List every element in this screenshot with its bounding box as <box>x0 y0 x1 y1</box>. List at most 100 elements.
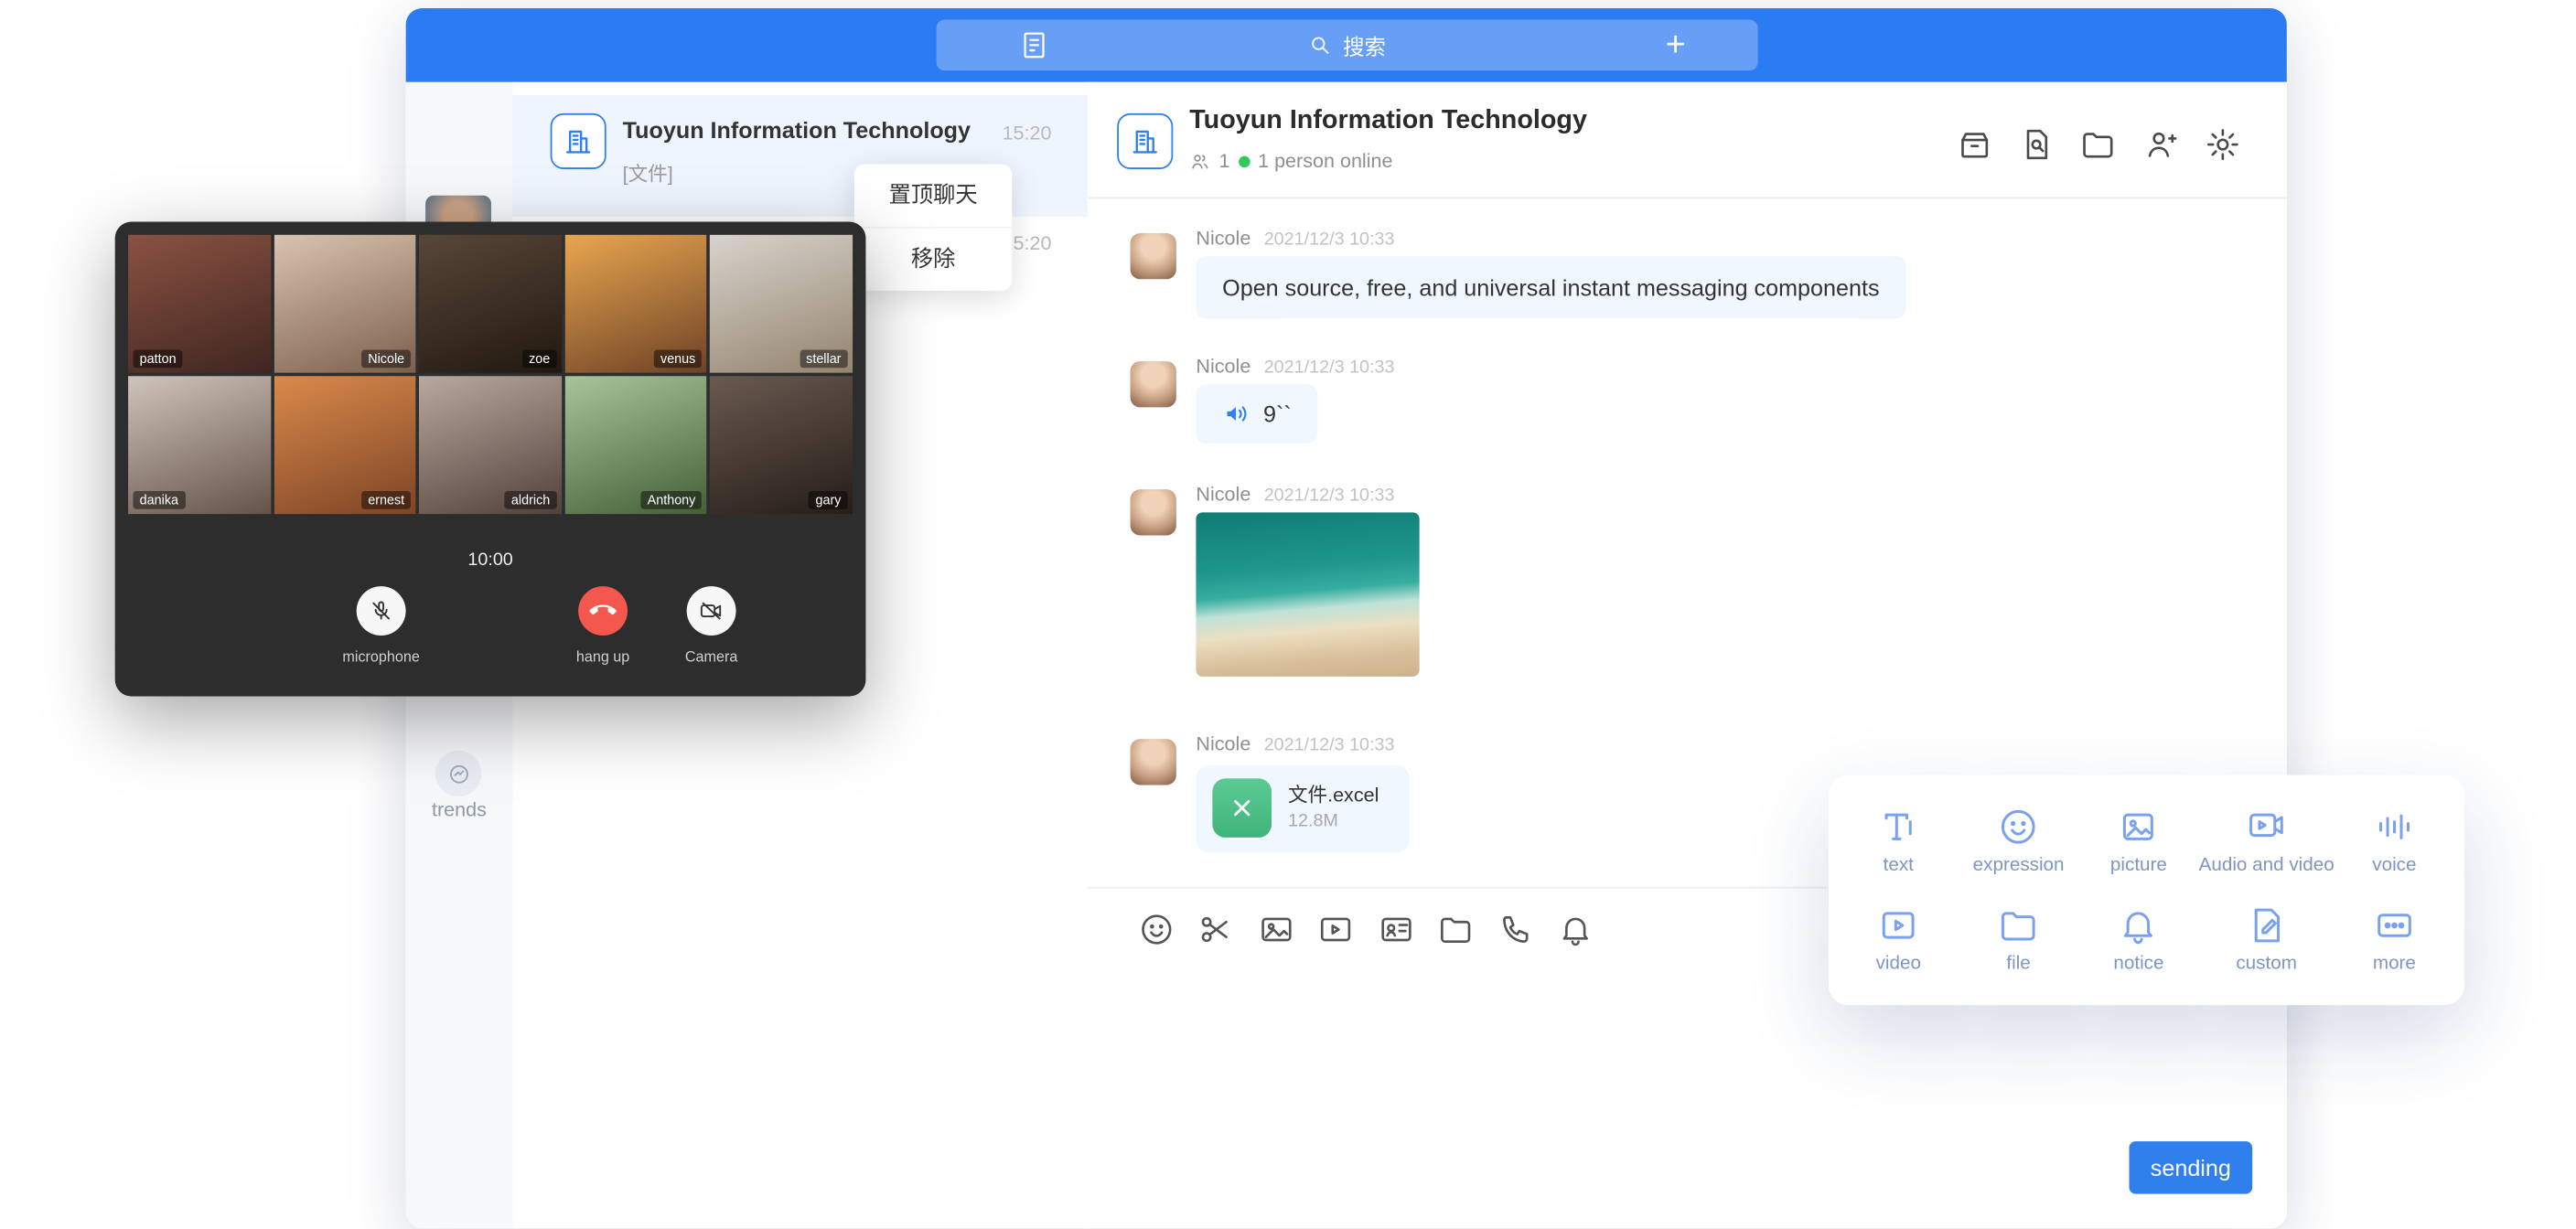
send-button[interactable]: sending <box>2129 1141 2252 1193</box>
avatar[interactable] <box>1131 739 1176 785</box>
audio-video-icon <box>2246 807 2287 848</box>
file-size: 12.8M <box>1288 811 1338 831</box>
expression-icon <box>1998 807 2039 848</box>
sender-name: Nicole <box>1196 355 1250 378</box>
excel-file-icon <box>1212 778 1272 838</box>
phone-call-icon[interactable] <box>1498 912 1535 948</box>
file-message-card[interactable]: 文件.excel 12.8M <box>1196 765 1409 852</box>
participant-name: danika <box>133 491 185 509</box>
search-history-icon[interactable] <box>2019 126 2055 163</box>
sender-name: Nicole <box>1196 483 1250 506</box>
feature-audio-video[interactable]: Audio and video <box>2199 792 2334 891</box>
message-time: 2021/12/3 10:33 <box>1264 230 1395 250</box>
message-meta: Nicole 2021/12/3 10:33 <box>1196 483 1394 506</box>
menu-item-remove[interactable]: 移除 <box>854 227 1012 291</box>
screen: 搜索 + trends Tuoyun Information Technolog… <box>0 0 2576 1228</box>
trends-label: trends <box>406 798 513 821</box>
message-time: 2021/12/3 10:33 <box>1264 486 1395 507</box>
file-folder-icon[interactable] <box>1437 912 1474 948</box>
conversation-time: 15:20 <box>1002 122 1051 144</box>
video-participant-tile: zoe <box>419 235 562 373</box>
microphone-label: microphone <box>316 648 447 665</box>
feature-notice[interactable]: notice <box>2078 890 2198 989</box>
feature-custom[interactable]: custom <box>2199 890 2334 989</box>
video-participant-tile: Nicole <box>274 235 416 373</box>
text-icon <box>1878 807 1919 848</box>
add-member-icon[interactable] <box>2142 126 2179 163</box>
camera-toggle-button[interactable] <box>687 586 736 636</box>
sender-name: Nicole <box>1196 227 1250 250</box>
chat-header: Tuoyun Information Technology 1 1 person… <box>1088 82 2287 199</box>
video-participant-tile: patton <box>128 235 271 373</box>
emoji-icon[interactable] <box>1139 912 1175 948</box>
video-participant-tile: ernest <box>274 376 416 514</box>
video-participant-tile: Anthony <box>564 376 707 514</box>
video-participant-tile: venus <box>564 235 707 373</box>
picture-icon <box>2118 807 2159 848</box>
screenshot-scissors-icon[interactable] <box>1197 912 1234 948</box>
top-search-group: 搜索 + <box>937 20 1758 71</box>
message-meta: Nicole 2021/12/3 10:33 <box>1196 355 1394 378</box>
participant-name: gary <box>809 491 847 509</box>
feature-text[interactable]: text <box>1839 792 1959 891</box>
message-meta: Nicole 2021/12/3 10:33 <box>1196 732 1394 755</box>
online-text: 1 person online <box>1258 149 1392 172</box>
settings-icon[interactable] <box>2205 126 2241 163</box>
voice-icon <box>2374 807 2415 848</box>
group-call-overlay: patton Nicole zoe venus stellar danika e… <box>115 221 866 696</box>
microphone-toggle-button[interactable] <box>357 586 406 636</box>
participant-name: ernest <box>361 491 411 509</box>
add-button[interactable]: + <box>1666 21 1686 69</box>
video-play-icon <box>1878 905 1919 946</box>
camera-label: Camera <box>646 648 778 665</box>
video-icon[interactable] <box>1317 912 1354 948</box>
trends-icon[interactable] <box>435 751 481 796</box>
avatar[interactable] <box>1131 489 1176 535</box>
feature-video[interactable]: video <box>1839 890 1959 989</box>
message-time: 2021/12/3 10:33 <box>1264 736 1395 756</box>
member-count: 1 <box>1219 149 1230 172</box>
organization-icon <box>551 113 606 169</box>
feature-voice[interactable]: voice <box>2334 792 2454 891</box>
avatar[interactable] <box>1131 233 1176 279</box>
call-timer: 10:00 <box>115 550 866 571</box>
text-message-bubble[interactable]: Open source, free, and universal instant… <box>1196 256 1905 318</box>
conversation-title: Tuoyun Information Technology <box>623 117 971 144</box>
file-name: 文件.excel <box>1288 780 1379 808</box>
participant-name: stellar <box>800 350 848 369</box>
menu-item-pin-chat[interactable]: 置顶聊天 <box>854 165 1012 227</box>
feature-file[interactable]: file <box>1959 890 2078 989</box>
search-input[interactable]: 搜索 <box>937 20 1758 71</box>
video-participant-tile: danika <box>128 376 271 514</box>
feature-picture[interactable]: picture <box>2078 792 2198 891</box>
video-participant-tile: stellar <box>711 235 853 373</box>
conversation-subtitle: [文件] <box>623 159 673 187</box>
voice-duration: 9`` <box>1263 401 1292 427</box>
notice-bell-icon <box>2118 905 2159 946</box>
participant-name: zoe <box>522 350 557 369</box>
bell-icon[interactable] <box>1558 912 1594 948</box>
contact-card-icon[interactable] <box>1379 912 1415 948</box>
group-archive-icon[interactable] <box>1957 126 1993 163</box>
participant-name: venus <box>654 350 703 369</box>
search-label: 搜索 <box>1343 29 1386 60</box>
top-bar: 搜索 + <box>406 8 2287 82</box>
more-icon <box>2374 905 2415 946</box>
folder-icon[interactable] <box>2080 126 2117 163</box>
context-menu: 置顶聊天 移除 <box>854 165 1012 291</box>
message-time: 2021/12/3 10:33 <box>1264 358 1395 379</box>
avatar[interactable] <box>1131 361 1176 407</box>
voice-message-bubble[interactable]: 9`` <box>1196 384 1317 444</box>
image-message[interactable] <box>1196 512 1419 677</box>
video-grid: patton Nicole zoe venus stellar danika e… <box>128 235 853 514</box>
message-type-panel: text expression picture Audio and video … <box>1829 775 2464 1005</box>
hang-up-button[interactable] <box>578 586 628 636</box>
feature-more[interactable]: more <box>2334 890 2454 989</box>
participant-name: patton <box>133 350 182 369</box>
feature-expression[interactable]: expression <box>1959 792 2078 891</box>
image-icon[interactable] <box>1259 912 1295 948</box>
voice-wave-icon <box>1222 399 1251 428</box>
online-dot <box>1239 155 1250 167</box>
participant-name: Nicole <box>361 350 411 369</box>
participant-name: Anthony <box>640 491 702 509</box>
